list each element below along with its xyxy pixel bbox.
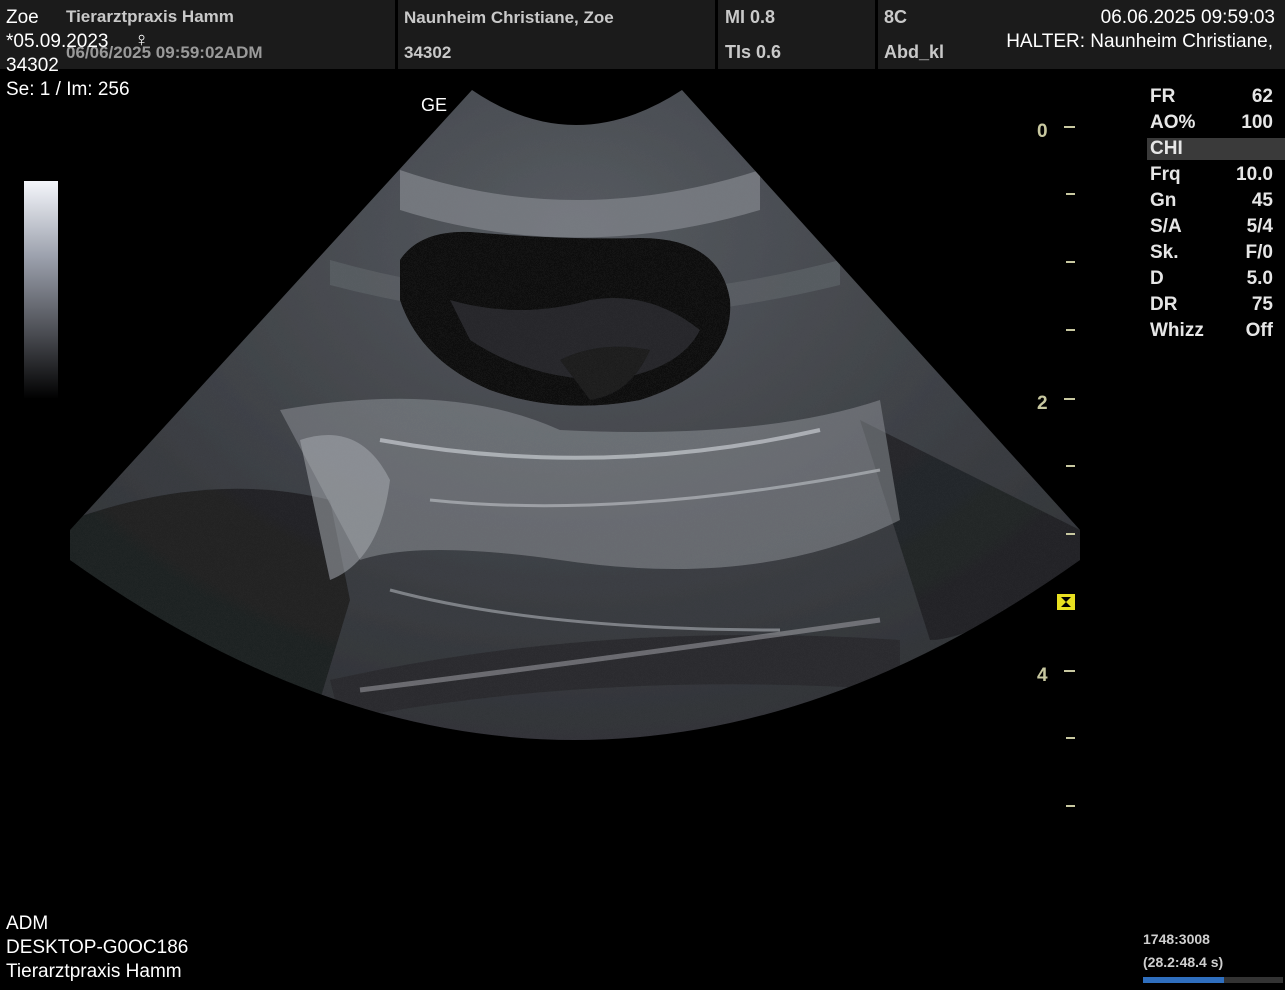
footer-clinic: Tierarztpraxis Hamm: [6, 961, 182, 982]
focus-marker-icon[interactable]: [1056, 593, 1076, 611]
depth-tick: [1064, 126, 1075, 128]
cine-frame-counter: 1748:3008: [1143, 931, 1210, 947]
depth-tick: [1066, 533, 1075, 535]
param-row-whizz: Whizz Off: [1150, 320, 1273, 341]
depth-tick: [1066, 329, 1075, 331]
footer-host: DESKTOP-G0OC186: [6, 937, 189, 958]
param-row-d: D 5.0: [1150, 268, 1273, 289]
param-row-sk: Sk. F/0: [1150, 242, 1273, 263]
depth-tick: [1066, 805, 1075, 807]
param-row-gn: Gn 45: [1150, 190, 1273, 211]
depth-tick: [1066, 193, 1075, 195]
depth-label: 2: [1037, 393, 1048, 414]
param-row-ao: AO% 100: [1150, 112, 1273, 133]
footer-user: ADM: [6, 913, 49, 934]
cine-time: (28.2:48.4 s): [1143, 954, 1224, 970]
depth-label: 0: [1037, 121, 1048, 142]
depth-tick: [1064, 670, 1075, 672]
probe-orientation-marker: GE: [421, 95, 448, 115]
cine-progress-bar[interactable]: [1143, 977, 1283, 983]
param-row-frq: Frq 10.0: [1150, 164, 1273, 185]
param-row-sa: S/A 5/4: [1150, 216, 1273, 237]
depth-tick: [1066, 737, 1075, 739]
depth-tick: [1064, 398, 1075, 400]
ultrasound-image[interactable]: [0, 0, 1285, 990]
cine-progress-fill: [1143, 977, 1225, 983]
depth-label: 4: [1037, 665, 1048, 686]
param-row-dr: DR 75: [1150, 294, 1273, 315]
param-row-fr: FR 62: [1150, 86, 1273, 107]
param-row-chi: CHI: [1147, 138, 1285, 160]
depth-tick: [1066, 261, 1075, 263]
depth-tick: [1066, 465, 1075, 467]
